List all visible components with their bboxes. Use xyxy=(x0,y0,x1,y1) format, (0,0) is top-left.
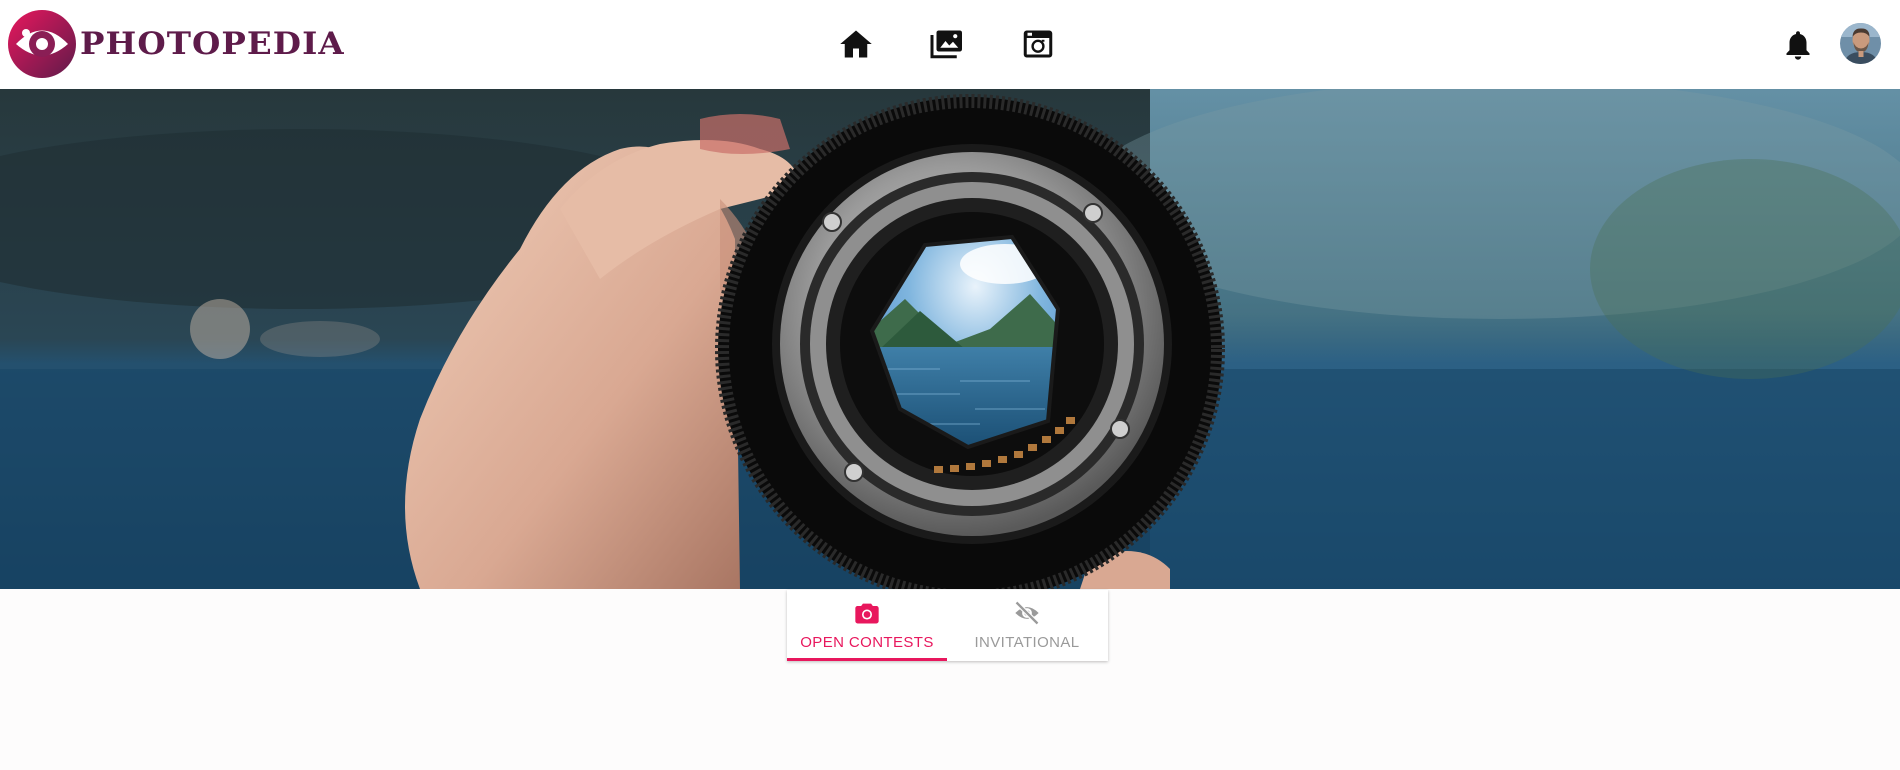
nav-contests-button[interactable] xyxy=(1018,24,1058,64)
tab-label-invitational: INVITATIONAL xyxy=(974,634,1080,651)
user-avatar[interactable] xyxy=(1840,23,1881,64)
logo-eye-icon xyxy=(8,10,76,78)
home-icon xyxy=(840,30,872,58)
nav-gallery-button[interactable] xyxy=(927,24,967,64)
eye-off-icon xyxy=(1014,600,1040,626)
tab-open-contests[interactable]: OPEN CONTESTS xyxy=(787,590,947,661)
hero-banner xyxy=(0,89,1900,589)
nav-home-button[interactable] xyxy=(836,24,876,64)
camera-icon xyxy=(855,603,879,624)
active-tab-indicator xyxy=(787,658,947,661)
image-gallery-icon xyxy=(930,30,962,59)
bell-icon[interactable] xyxy=(1782,28,1814,62)
contest-tabs: OPEN CONTESTS INVITATIONAL xyxy=(787,590,1108,661)
top-navigation-bar: PHOTOPEDIA xyxy=(0,0,1900,89)
tab-invitational[interactable]: INVITATIONAL xyxy=(947,590,1107,661)
app-name: PHOTOPEDIA xyxy=(80,26,345,62)
hand-holding-camera-lens-icon xyxy=(0,89,1900,589)
app-logo[interactable]: PHOTOPEDIA xyxy=(6,9,344,79)
tab-label-open-contests: OPEN CONTESTS xyxy=(800,634,934,651)
camera-box-icon xyxy=(1023,30,1053,58)
